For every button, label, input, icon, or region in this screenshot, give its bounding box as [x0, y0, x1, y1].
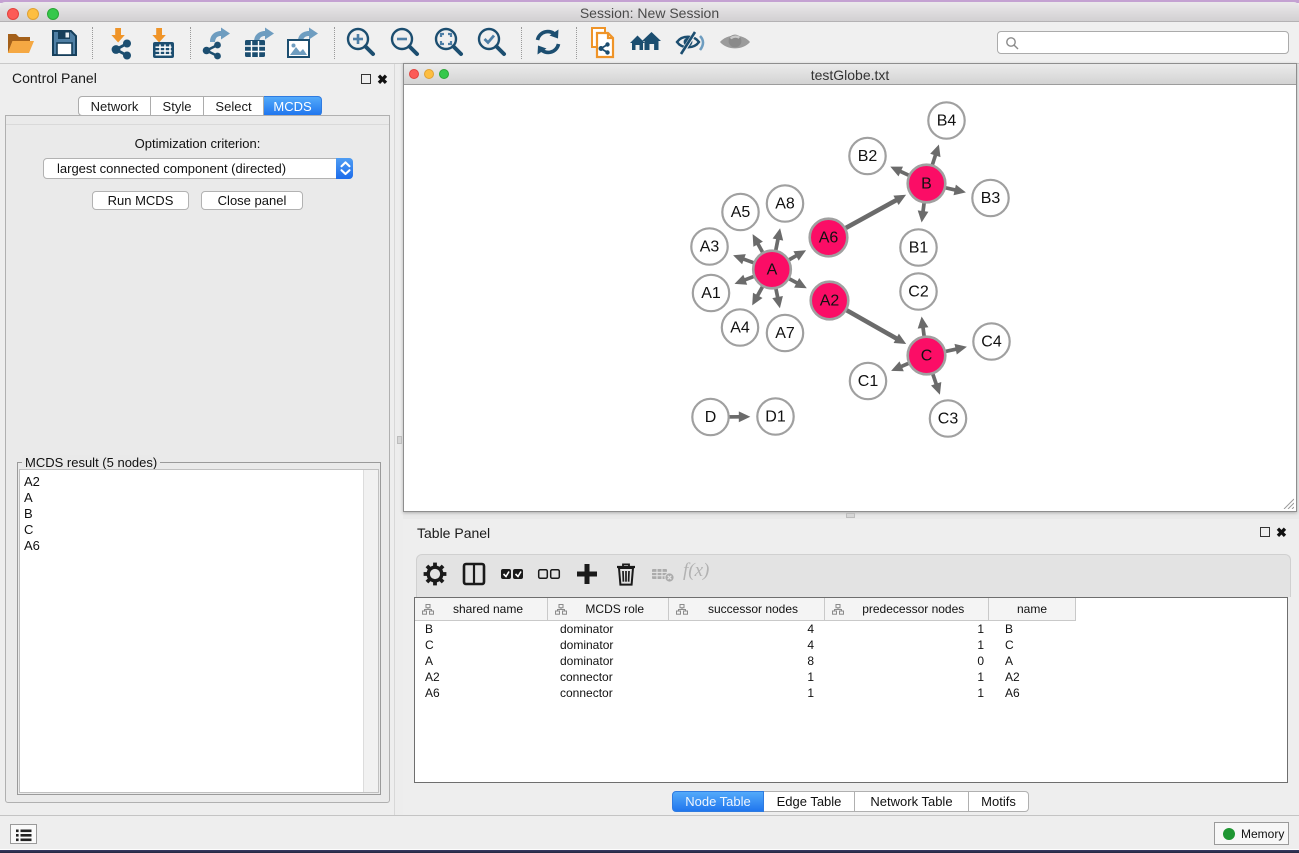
svg-text:C1: C1	[858, 373, 879, 390]
svg-text:D: D	[705, 409, 717, 426]
svg-text:C2: C2	[908, 284, 929, 301]
svg-text:A5: A5	[731, 204, 751, 221]
svg-text:A6: A6	[819, 230, 839, 247]
svg-text:A4: A4	[730, 320, 750, 337]
svg-text:B: B	[921, 176, 932, 193]
svg-text:A1: A1	[701, 285, 721, 302]
svg-text:A: A	[767, 262, 778, 279]
svg-text:B1: B1	[909, 240, 929, 257]
svg-text:A2: A2	[820, 293, 840, 310]
svg-text:A3: A3	[700, 239, 720, 256]
svg-text:B3: B3	[981, 190, 1001, 207]
svg-text:B2: B2	[858, 148, 878, 165]
svg-text:B4: B4	[937, 113, 957, 130]
svg-text:D1: D1	[765, 409, 786, 426]
svg-text:C4: C4	[981, 334, 1002, 351]
svg-text:A7: A7	[775, 325, 795, 342]
svg-text:C: C	[921, 348, 933, 365]
svg-text:C3: C3	[938, 411, 959, 428]
svg-text:A8: A8	[775, 196, 795, 213]
